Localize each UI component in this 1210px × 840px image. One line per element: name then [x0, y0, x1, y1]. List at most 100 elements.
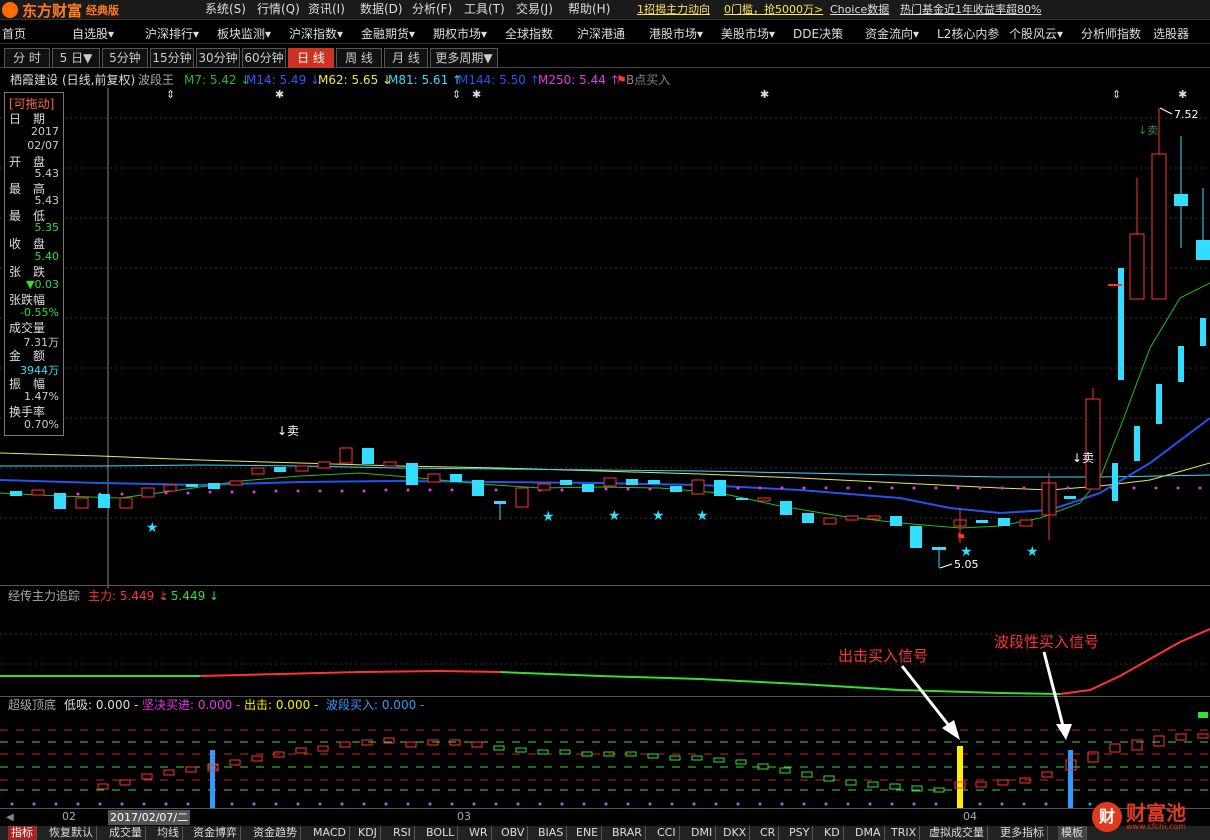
menu-help[interactable]: 帮助(H) — [568, 0, 610, 20]
app-logo: 东方财富 经典版 — [2, 1, 198, 20]
legend-m7: M7: 5.42 ↓ — [184, 73, 251, 87]
nav-futures[interactable]: 金融期货▾ — [361, 24, 415, 44]
period-5min[interactable]: 5分钟 — [102, 48, 148, 68]
ad-link-4[interactable]: 热门基金近1年收益率超80% — [900, 0, 1041, 20]
tab-indicator[interactable]: 指标 — [8, 826, 37, 840]
svg-text:⇕: ⇕ — [1112, 88, 1121, 101]
axis-divider — [0, 808, 1210, 809]
annotation-arrows — [900, 651, 1072, 740]
nav-us-market[interactable]: 美股市场▾ — [721, 24, 775, 44]
tab-more-indicators[interactable]: 更多指标 — [997, 826, 1048, 840]
menu-news[interactable]: 资讯(I) — [308, 0, 345, 20]
period-15min[interactable]: 15分钟 — [150, 48, 194, 68]
logo-text: 东方财富 — [22, 1, 83, 20]
period-intraday[interactable]: 分 时 — [4, 48, 50, 68]
tab-virtual-volume[interactable]: 虚拟成交量 — [926, 826, 988, 840]
tab-cci[interactable]: CCI — [654, 826, 680, 840]
high-price-label: 7.52 — [1174, 108, 1199, 121]
ad-link-1[interactable]: 1招揭主力动向 — [637, 0, 710, 20]
tab-wr[interactable]: WR — [466, 826, 492, 840]
tab-ene[interactable]: ENE — [573, 826, 603, 840]
buy-flag-icon: ⚑ — [956, 531, 966, 544]
menu-quotes[interactable]: 行情(Q) — [257, 0, 300, 20]
period-more[interactable]: 更多周期▼ — [430, 48, 498, 68]
menu-tools[interactable]: 工具(T) — [464, 0, 505, 20]
menu-system[interactable]: 系统(S) — [205, 0, 246, 20]
nav-hk-market[interactable]: 港股市场▾ — [649, 24, 703, 44]
legend-m14: M14: 5.49 ↓ — [246, 73, 321, 87]
xaxis-label-apr: 04 — [963, 810, 977, 823]
nav-analyst-index[interactable]: 分析师指数 — [1081, 24, 1141, 44]
menu-trade[interactable]: 交易(J) — [516, 0, 553, 20]
price-info-panel[interactable]: [可拖动] 日 期 2017 02/07 开 盘 5.43 最 高 5.43 最… — [4, 92, 64, 436]
watermark-brand: 财富池 — [1126, 801, 1186, 825]
tab-trix[interactable]: TRIX — [888, 826, 921, 840]
tab-dkx[interactable]: DKX — [720, 826, 751, 840]
period-60min[interactable]: 60分钟 — [242, 48, 286, 68]
period-daily[interactable]: 日 线 — [288, 48, 334, 68]
nav-index[interactable]: 沪深指数▾ — [289, 24, 343, 44]
menu-analysis[interactable]: 分析(F) — [412, 0, 452, 20]
tab-reset[interactable]: 恢复默认 — [46, 826, 97, 840]
green-boxes — [493, 745, 945, 793]
info-value-change-pct: -0.55% — [20, 306, 59, 319]
cursor-date-label: 2017/02/07/二 — [108, 810, 191, 825]
period-monthly[interactable]: 月 线 — [384, 48, 428, 68]
sell-signal-1: ↓卖 — [277, 424, 299, 438]
tab-cr[interactable]: CR — [757, 826, 780, 840]
info-value-date: 02/07 — [27, 139, 59, 152]
watermark-url: www.cfchi.com — [1126, 822, 1186, 831]
nav-stock-picker[interactable]: 选股器 — [1153, 24, 1189, 44]
kline-chart[interactable]: ★ ★ ★ ★ ★ ★ ★ ⇕ ✱ ⇕ ✱ ✱ ⇕ ✱ ⚑ 7.52 5.05 … — [0, 88, 1210, 588]
tab-dmi[interactable]: DMI — [688, 826, 717, 840]
tab-rsi[interactable]: RSI — [390, 826, 415, 840]
info-value-low: 5.35 — [34, 221, 60, 234]
period-30min[interactable]: 30分钟 — [196, 48, 240, 68]
nav-home[interactable]: 首页 — [2, 24, 26, 44]
tab-capital-trend[interactable]: 资金趋势 — [250, 826, 301, 840]
tab-macd[interactable]: MACD — [310, 826, 350, 840]
tab-kdj[interactable]: KDJ — [355, 826, 381, 840]
legend-m250: M250: 5.44 ↑ — [538, 73, 620, 87]
period-weekly[interactable]: 周 线 — [336, 48, 382, 68]
nav-ranking[interactable]: 沪深排行▾ — [145, 24, 199, 44]
menu-data[interactable]: 数据(D) — [360, 0, 403, 20]
svg-text:✱: ✱ — [275, 88, 284, 101]
tab-psy[interactable]: PSY — [786, 826, 814, 840]
tab-boll[interactable]: BOLL — [423, 826, 459, 840]
star-markers: ★ ★ ★ ★ ★ ★ ★ — [146, 508, 1039, 560]
attack-buy-bar — [957, 746, 963, 808]
svg-text:⇕: ⇕ — [452, 88, 461, 101]
scroll-left-icon[interactable]: ◀ — [6, 812, 14, 823]
nav-capital-flow[interactable]: 资金流向▾ — [865, 24, 919, 44]
nav-watchlist[interactable]: 自选股▾ — [72, 24, 114, 44]
tab-dma[interactable]: DMA — [852, 826, 885, 840]
nav-stock-news[interactable]: 个股风云▾ — [1009, 24, 1063, 44]
period-5day[interactable]: 5 日▼ — [52, 48, 100, 68]
ad-link-3[interactable]: Choice数据 — [830, 0, 889, 20]
sell-signal-3: ↓卖 — [1138, 124, 1158, 137]
band-buy-bar-1 — [210, 750, 215, 808]
nav-options[interactable]: 期权市场▾ — [433, 24, 487, 44]
info-value-high: 5.43 — [34, 194, 60, 207]
nav-global-index[interactable]: 全球指数 — [505, 24, 553, 44]
nav-l2[interactable]: L2核心内参 — [937, 24, 999, 44]
info-value-change: ▼0.03 — [26, 278, 59, 291]
tab-ma[interactable]: 均线 — [154, 826, 183, 840]
svg-text:★: ★ — [146, 520, 159, 536]
tab-template[interactable]: 模板 — [1058, 826, 1087, 840]
nav-dde[interactable]: DDE决策 — [793, 24, 843, 44]
svg-text:✱: ✱ — [760, 88, 769, 101]
tab-brar[interactable]: BRAR — [609, 826, 646, 840]
tab-capital-game[interactable]: 资金博弈 — [190, 826, 241, 840]
tab-volume[interactable]: 成交量 — [106, 826, 146, 840]
ad-link-2[interactable]: 0门槛，抢5000万> — [724, 0, 823, 20]
candlesticks — [10, 108, 1210, 568]
nav-connect[interactable]: 沪深港通 — [577, 24, 625, 44]
tab-kd[interactable]: KD — [821, 826, 844, 840]
svg-text:✱: ✱ — [472, 88, 481, 101]
tab-bias[interactable]: BIAS — [535, 826, 568, 840]
tab-obv[interactable]: OBV — [498, 826, 529, 840]
info-value-year: 2017 — [31, 125, 59, 138]
nav-sector-monitor[interactable]: 板块监测▾ — [217, 24, 271, 44]
